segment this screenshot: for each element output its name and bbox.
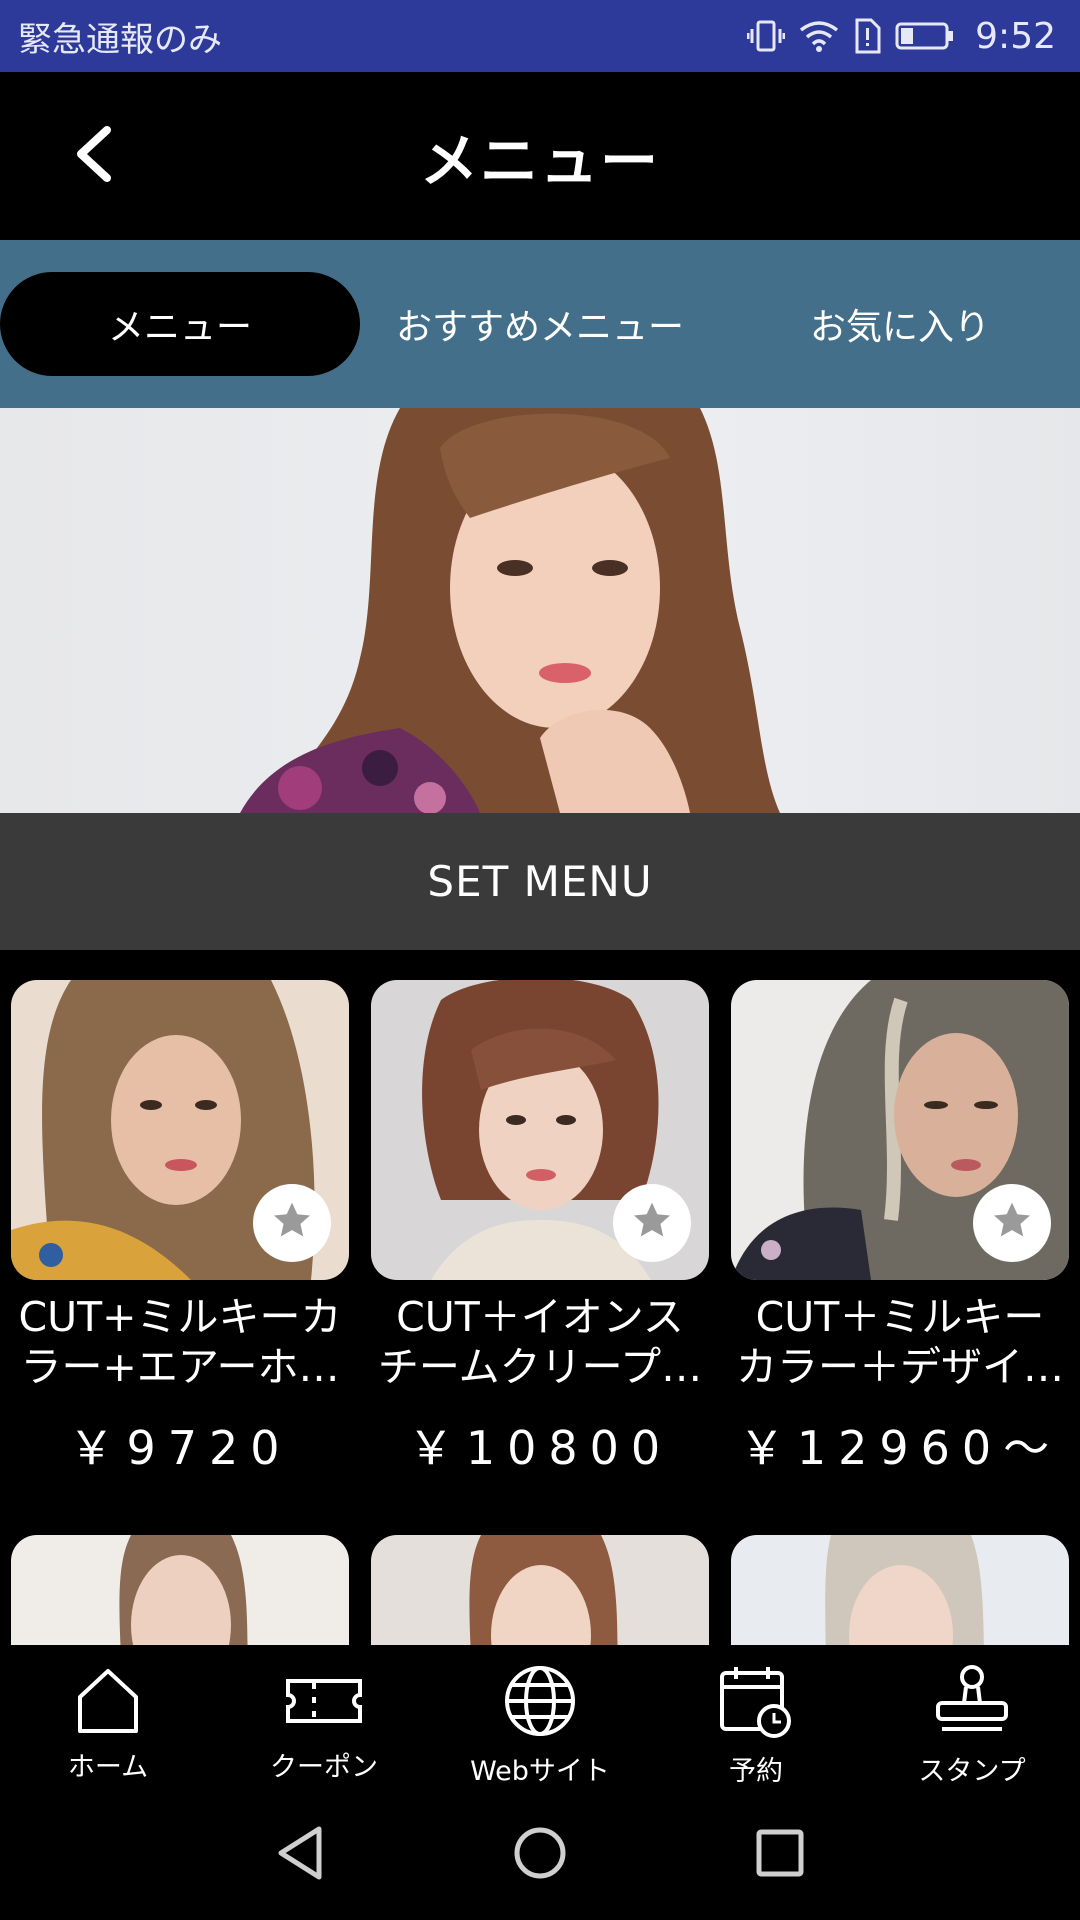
square-recents-icon <box>755 1828 805 1882</box>
menu-item-price: ￥10800 <box>407 1421 673 1475</box>
nav-label: 予約 <box>729 1756 783 1787</box>
vibrate-icon <box>747 17 786 55</box>
status-icons: 9:52 <box>747 16 1056 57</box>
tab-favorites[interactable]: お気に入り <box>720 272 1080 376</box>
stamp-icon <box>932 1665 1012 1749</box>
system-recents-button[interactable] <box>745 1820 815 1890</box>
menu-card-image <box>371 980 709 1280</box>
nav-label: クーポン <box>270 1752 378 1783</box>
star-icon <box>630 1199 674 1247</box>
nav-reservation[interactable]: 予約 <box>648 1645 864 1790</box>
nav-stamp[interactable]: スタンプ <box>864 1645 1080 1790</box>
section-title: SET MENU <box>427 857 653 906</box>
menu-item-price: ￥12960～ <box>738 1421 1062 1475</box>
tab-label: おすすめメニュー <box>395 307 684 348</box>
home-icon <box>76 1667 140 1745</box>
menu-card-image <box>11 980 349 1280</box>
section-header: SET MENU <box>0 813 1080 950</box>
nav-website[interactable]: Webサイト <box>432 1645 648 1790</box>
favorite-button[interactable] <box>253 1184 331 1262</box>
menu-card-image <box>371 1535 709 1645</box>
menu-grid: CUT+ミルキーカ ラー+エアーホ… ￥9720 CUT＋イオンス チームクリー… <box>0 950 1080 1645</box>
banner-image <box>0 408 1080 813</box>
app-bar: メニュー <box>0 72 1080 240</box>
menu-card[interactable] <box>731 1535 1069 1645</box>
tab-menu[interactable]: メニュー <box>0 272 360 376</box>
tab-label: お気に入り <box>809 307 990 348</box>
tab-label: メニュー <box>107 307 252 348</box>
circle-home-icon <box>512 1825 568 1885</box>
system-back-button[interactable] <box>265 1820 335 1890</box>
menu-item-name: CUT+ミルキーカ ラー+エアーホ… <box>18 1293 342 1391</box>
menu-card-image <box>731 1535 1069 1645</box>
menu-card[interactable]: CUT+ミルキーカ ラー+エアーホ… ￥9720 <box>11 980 349 1478</box>
bottom-nav: ホーム クーポン Webサイト 予約 スタンプ <box>0 1645 1080 1790</box>
menu-card-image <box>11 1535 349 1645</box>
ticket-icon <box>284 1667 364 1745</box>
page-title: メニュー <box>419 127 660 195</box>
star-icon <box>990 1199 1034 1247</box>
menu-card[interactable] <box>371 1535 709 1645</box>
triangle-back-icon <box>275 1825 325 1885</box>
favorite-button[interactable] <box>613 1184 691 1262</box>
menu-card[interactable]: CUT＋ミルキー カラー＋デザイ… ￥12960～ <box>731 980 1069 1478</box>
clock: 9:52 <box>975 15 1056 57</box>
globe-icon <box>502 1666 578 1749</box>
nav-label: ホーム <box>67 1752 149 1783</box>
star-icon <box>270 1199 314 1247</box>
wifi-icon <box>799 19 839 53</box>
menu-item-name: CUT＋イオンス チームクリープ… <box>377 1293 703 1391</box>
nav-label: スタンプ <box>918 1756 1026 1787</box>
menu-item-name: CUT＋ミルキー カラー＋デザイ… <box>736 1293 1064 1391</box>
battery-icon <box>895 21 955 51</box>
nav-coupon[interactable]: クーポン <box>216 1645 432 1790</box>
chevron-left-icon <box>71 124 115 188</box>
menu-card-image <box>731 980 1069 1280</box>
status-bar: 緊急通報のみ 9:52 <box>0 0 1080 72</box>
carrier-text: 緊急通報のみ <box>18 19 222 60</box>
menu-card[interactable] <box>11 1535 349 1645</box>
tab-recommended-menu[interactable]: おすすめメニュー <box>360 272 720 376</box>
favorite-button[interactable] <box>973 1184 1051 1262</box>
menu-card[interactable]: CUT＋イオンス チームクリープ… ￥10800 <box>371 980 709 1478</box>
system-nav-bar <box>0 1790 1080 1920</box>
tab-bar: メニュー おすすめメニュー お気に入り <box>0 240 1080 408</box>
alert-sim-icon <box>853 18 881 54</box>
nav-label: Webサイト <box>470 1756 610 1787</box>
nav-home[interactable]: ホーム <box>0 1645 216 1790</box>
back-button[interactable] <box>58 121 128 191</box>
menu-item-price: ￥9720 <box>68 1421 292 1475</box>
system-home-button[interactable] <box>505 1820 575 1890</box>
calendar-clock-icon <box>718 1667 794 1749</box>
